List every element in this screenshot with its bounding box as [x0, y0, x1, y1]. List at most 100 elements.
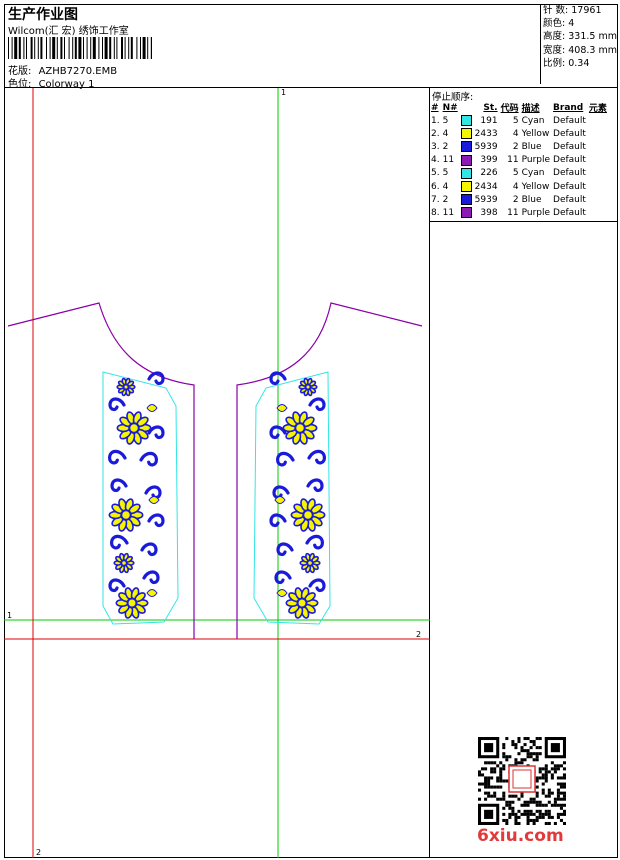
stat-row: 比例: 0.34: [543, 57, 618, 70]
color-swatch: [460, 154, 472, 166]
flower-motif: [298, 377, 318, 397]
qr-code-icon: [478, 737, 566, 825]
leaf-motif: [274, 496, 286, 504]
stat-label: 针 数:: [543, 5, 569, 16]
watermark-text: 6xiu.com: [477, 826, 564, 846]
color-swatch-cell: [460, 127, 475, 140]
guide-label-right: 2: [416, 630, 421, 639]
table-cell: 2433: [474, 128, 498, 139]
color-swatch-cell: [460, 206, 475, 219]
guide-label-bottom: 2: [36, 848, 41, 857]
scroll-motif: [308, 578, 326, 593]
table-cell: Cyan: [521, 115, 545, 126]
table-cell: 5: [512, 115, 519, 126]
stat-row: 针 数: 17961: [543, 4, 618, 17]
table-cell: 2: [512, 194, 519, 205]
table-cell: 5939: [474, 141, 498, 152]
color-swatch-cell: [460, 167, 475, 180]
column-header: Brand: [553, 102, 584, 113]
table-cell: 399: [480, 155, 498, 166]
color-swatch: [460, 167, 472, 179]
table-cell: 5: [442, 115, 449, 126]
column-header: [461, 101, 475, 114]
scroll-motif: [307, 449, 327, 465]
scroll-motif: [107, 449, 127, 465]
table-cell: [589, 206, 610, 219]
table-cell: Purple: [521, 207, 551, 218]
flower-motif: [116, 377, 136, 397]
table-cell: Blue: [521, 141, 542, 152]
color-swatch: [460, 181, 472, 193]
stats-panel: 针 数: 17961 颜色: 4 高度: 331.5 mm 宽度: 408.3 …: [540, 4, 618, 84]
scroll-motif: [272, 485, 290, 500]
table-row: 5. 5 226 5 Cyan Default: [431, 167, 610, 180]
color-swatch-cell: [460, 140, 475, 153]
scroll-motif: [147, 425, 165, 440]
table-row: 8. 11 398 11 Purple Default: [431, 206, 610, 219]
color-swatch: [460, 207, 472, 219]
color-swatch: [460, 194, 472, 206]
color-swatch-cell: [460, 193, 475, 206]
flower-motif: [115, 587, 149, 619]
table-row: 1. 5 191 5 Cyan Default: [431, 114, 610, 127]
table-cell: 5: [442, 168, 449, 179]
column-header: St.: [483, 102, 498, 113]
scroll-motif: [144, 485, 162, 500]
table-cell: 2434: [474, 181, 498, 192]
column-header: 代码: [500, 104, 519, 114]
color-swatch: [460, 141, 472, 153]
table-cell: 7.: [431, 194, 440, 205]
leaf-motif: [146, 404, 158, 412]
garment-neckline-outline: [7, 302, 423, 639]
color-swatch-cell: [460, 180, 475, 193]
table-cell: Default: [553, 155, 586, 166]
table-cell: 6.: [431, 181, 440, 192]
color-swatch-cell: [460, 154, 475, 167]
table-cell: Default: [553, 181, 586, 192]
document-title: 生产作业图: [8, 7, 78, 23]
scroll-motif: [147, 371, 165, 386]
table-cell: Blue: [521, 194, 542, 205]
table-header-row: # N# St. 代码 描述 Brand 元素: [431, 101, 610, 115]
flower-motif: [108, 498, 144, 532]
table-cell: [589, 114, 610, 127]
table-cell: 2: [442, 141, 449, 152]
table-cell: 5.: [431, 168, 440, 179]
table-cell: 191: [480, 115, 498, 126]
flower-motif: [116, 411, 152, 445]
flower-motif: [285, 587, 319, 619]
stat-value: 17961: [571, 5, 602, 16]
table-cell: [589, 127, 610, 140]
scroll-motif: [110, 478, 128, 493]
color-swatch: [460, 128, 472, 140]
column-header: #: [431, 102, 439, 113]
stat-label: 宽度:: [543, 44, 566, 56]
right-embroidery-panel: [253, 371, 331, 625]
table-row: 3. 2 5939 2 Blue Default: [431, 140, 610, 153]
scroll-motif: [305, 534, 325, 550]
sequence-divider: [429, 221, 618, 222]
table-cell: Yellow: [521, 181, 550, 192]
color-swatch: [460, 115, 472, 127]
table-cell: Yellow: [521, 128, 550, 139]
embroidery-canvas: 1 1 2 2: [4, 88, 430, 858]
stat-value: 0.34: [568, 57, 590, 69]
scroll-motif: [109, 534, 129, 550]
table-cell: 8.: [431, 207, 440, 218]
stat-value: 331.5 mm: [568, 31, 617, 43]
table-row: 7. 2 5939 2 Blue Default: [431, 193, 610, 206]
scroll-motif: [306, 478, 324, 493]
stat-label: 高度:: [543, 31, 566, 43]
flower-motif: [299, 552, 321, 574]
scroll-motif: [275, 451, 295, 467]
table-cell: 4: [512, 128, 519, 139]
table-cell: 5: [512, 168, 519, 179]
scroll-motif: [108, 578, 126, 593]
table-cell: 11: [442, 155, 455, 166]
color-swatch-cell: [460, 114, 475, 127]
table-cell: 11: [507, 207, 519, 218]
table-cell: [589, 167, 610, 180]
table-cell: 226: [480, 168, 498, 179]
scroll-motif: [147, 513, 165, 528]
table-cell: Default: [553, 141, 586, 152]
